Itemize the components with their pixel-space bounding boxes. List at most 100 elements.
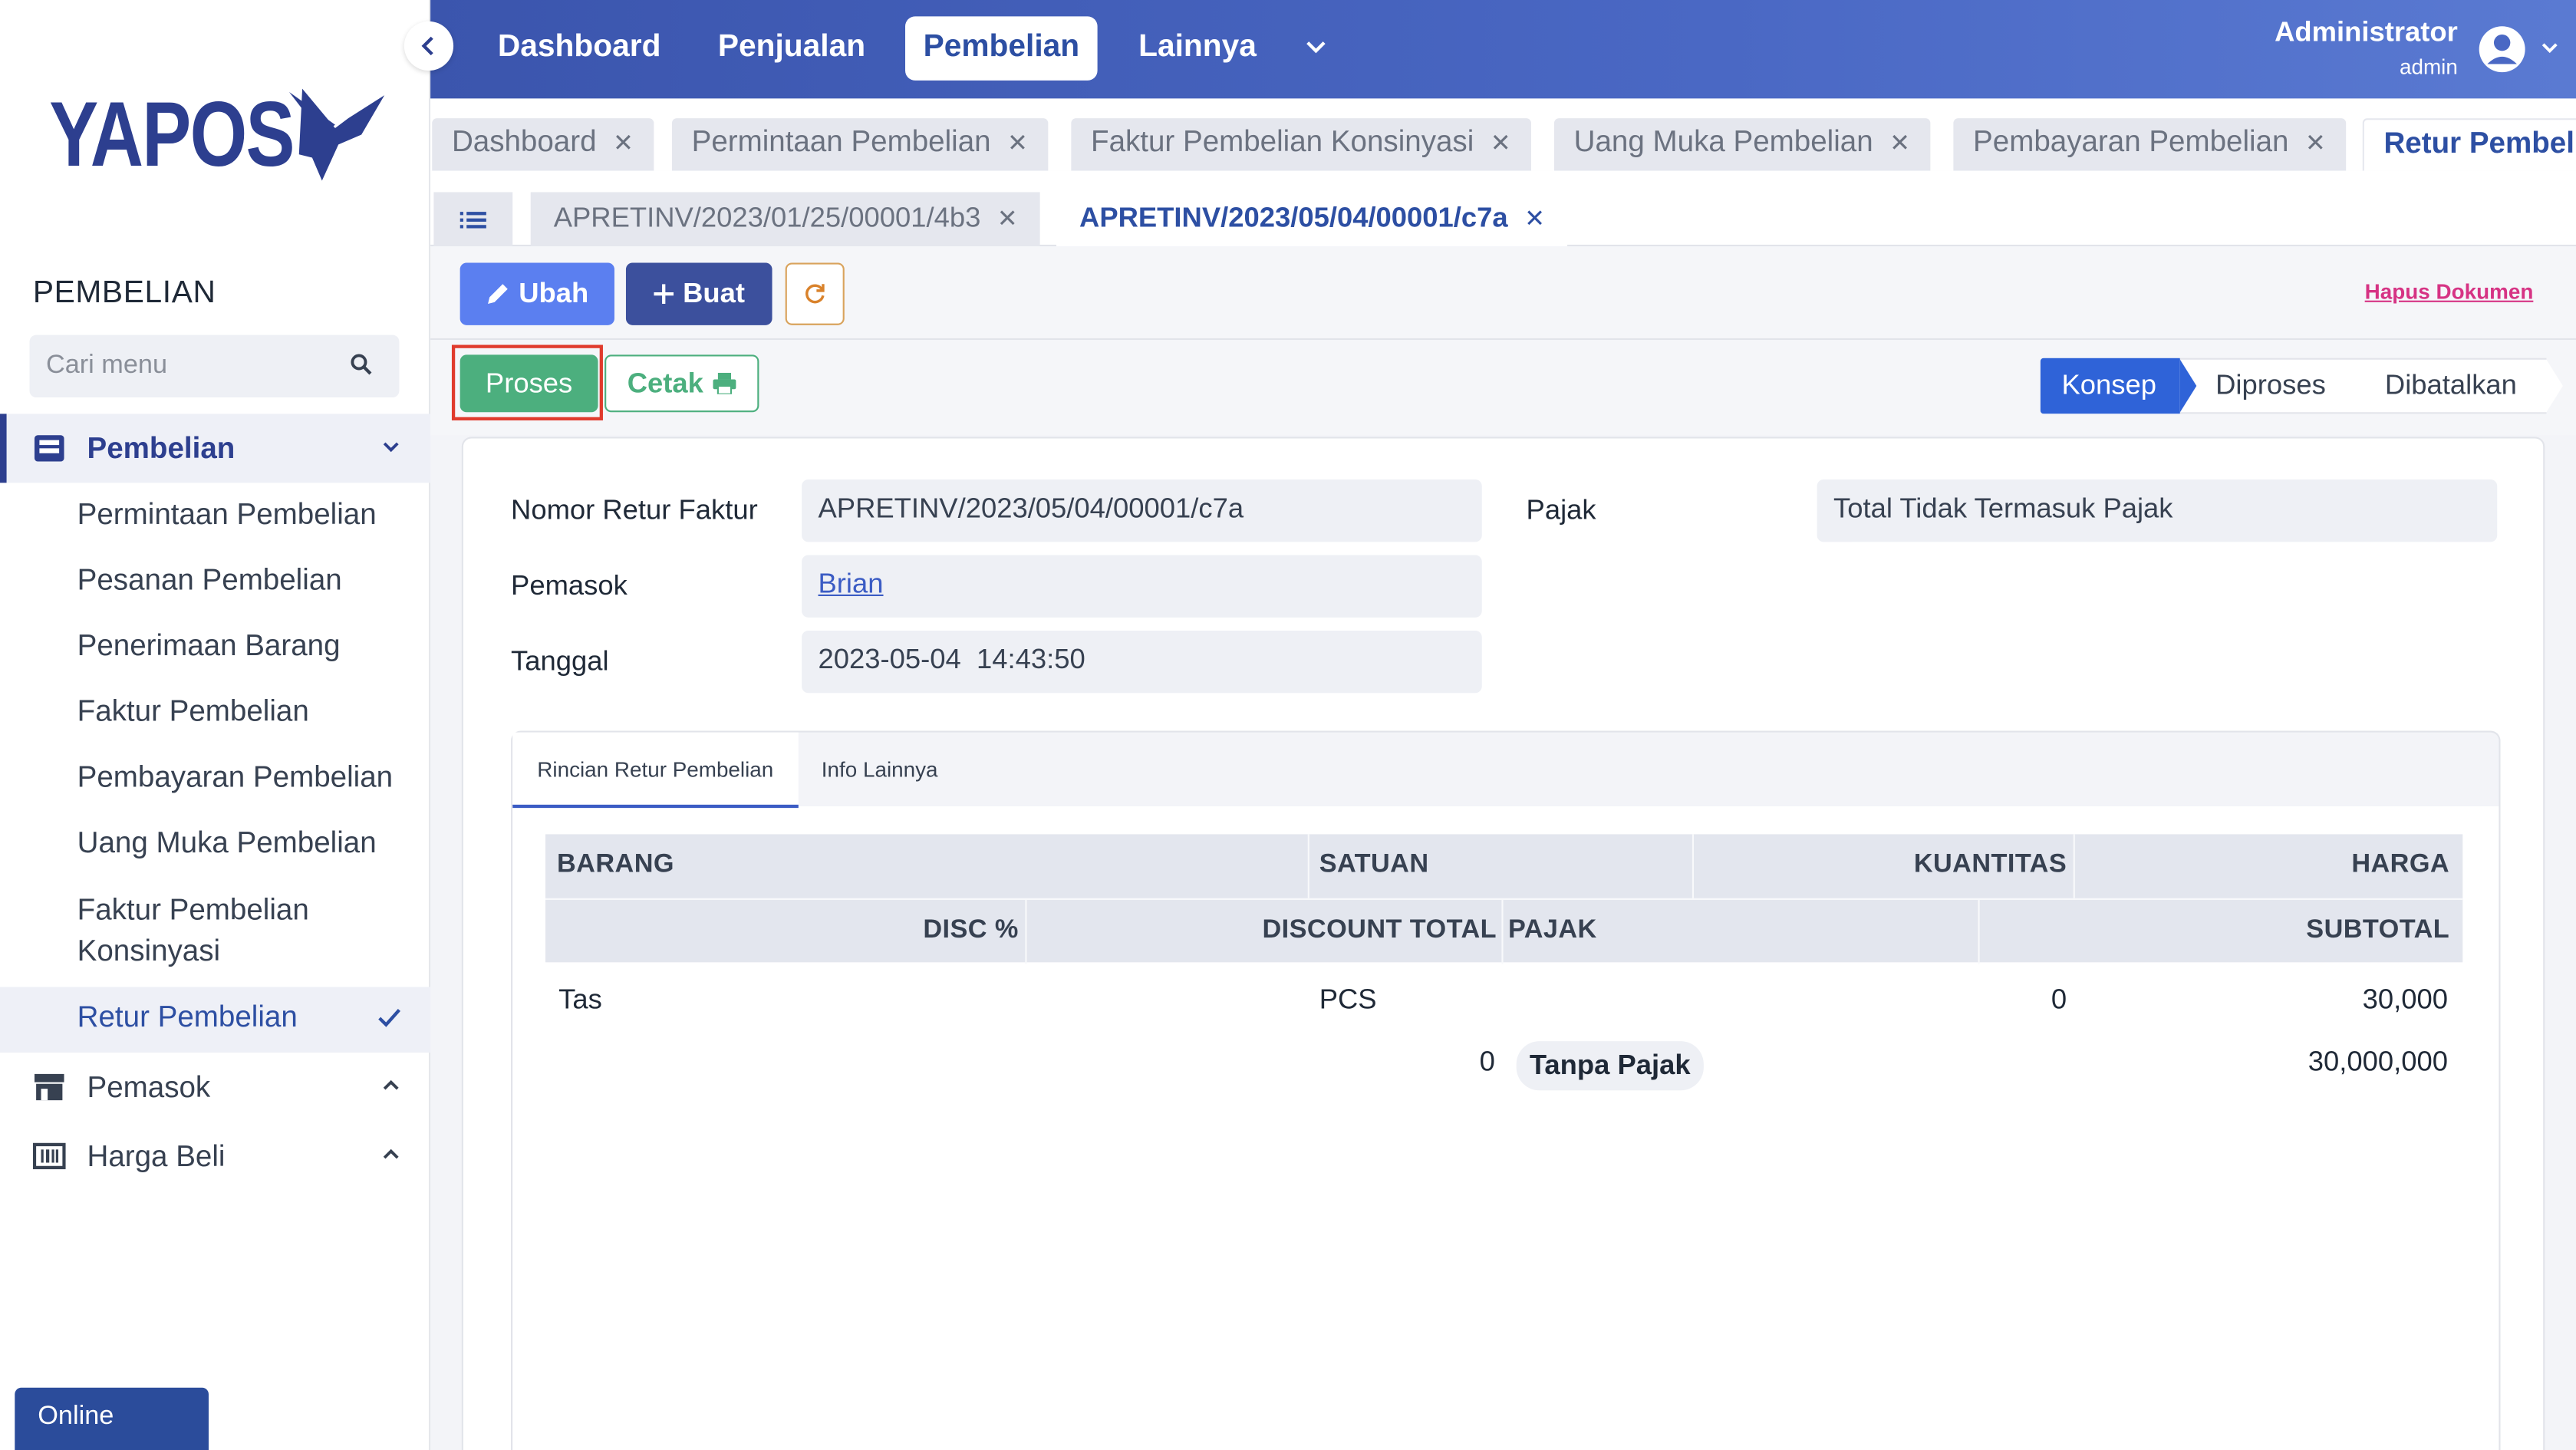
chevron-left-icon: [421, 36, 433, 56]
close-icon[interactable]: ✕: [1491, 130, 1511, 157]
sidebar: YAPOS PEMBELIAN Pembelian Permintaan Pem…: [0, 0, 431, 1450]
sidebar-item-permintaan-pembelian[interactable]: Permintaan Pembelian: [77, 494, 423, 536]
section-title: PEMBELIAN: [32, 275, 216, 311]
tab-faktur-pembelian-konsinyasi[interactable]: Faktur Pembelian Konsinyasi ✕: [1071, 118, 1531, 171]
cell-discount-total: 0: [1479, 1046, 1495, 1078]
cell-barang: Tas: [558, 984, 602, 1015]
search-icon[interactable]: [350, 353, 373, 376]
chevron-up-icon: [383, 1148, 399, 1159]
chevron-down-icon: [383, 442, 399, 453]
action-toolbar: Ubah Buat Hapus Dokumen: [430, 246, 2576, 341]
tab-dashboard[interactable]: Dashboard ✕: [432, 118, 654, 171]
create-button-label: Buat: [683, 277, 745, 309]
doc-tab-label: APRETINV/2023/01/25/00001/4b3: [553, 202, 981, 233]
create-button[interactable]: Buat: [625, 262, 772, 325]
sidebar-group-label: Harga Beli: [87, 1139, 226, 1172]
barcode-icon: [32, 1142, 66, 1170]
sidebar-item-label: Retur Pembelian: [77, 1000, 298, 1033]
sidebar-item-retur-pembelian[interactable]: Retur Pembelian: [0, 987, 431, 1053]
document-tabs: APRETINV/2023/01/25/00001/4b3 ✕ APRETINV/…: [430, 170, 2576, 247]
document-card: Nomor Retur Faktur APRETINV/2023/05/04/0…: [461, 437, 2545, 1450]
nav-dashboard[interactable]: Dashboard: [479, 16, 679, 80]
edit-button-label: Ubah: [519, 277, 589, 309]
close-icon[interactable]: ✕: [2305, 130, 2326, 157]
cell-harga: 30,000: [2362, 984, 2448, 1015]
brand-name: YAPOS: [49, 82, 295, 186]
nav-pembelian[interactable]: Pembelian: [905, 16, 1098, 81]
process-button[interactable]: Proses: [460, 354, 598, 413]
edit-button[interactable]: Ubah: [460, 262, 614, 325]
tab-label: Permintaan Pembelian: [691, 124, 991, 158]
refresh-icon: [805, 284, 825, 304]
sidebar-item-pesanan-pembelian[interactable]: Pesanan Pembelian: [77, 560, 423, 601]
chevron-up-icon: [383, 1079, 399, 1090]
tab-label: Dashboard: [451, 124, 597, 158]
menu-search[interactable]: [29, 334, 400, 398]
user-role: admin: [2399, 54, 2458, 79]
close-icon[interactable]: ✕: [997, 206, 1018, 233]
sidebar-item-uang-muka-pembelian[interactable]: Uang Muka Pembelian: [77, 822, 423, 864]
cell-kuantitas: 0: [2051, 984, 2067, 1015]
pajak-field: Total Tidak Termasuk Pajak: [1817, 479, 2498, 542]
doc-tab-label: APRETINV/2023/05/04/00001/c7a: [1079, 202, 1508, 233]
tab-retur-pembelian[interactable]: Retur Pembelian: [2362, 118, 2576, 171]
sidebar-collapse-button[interactable]: [404, 21, 454, 71]
sidebar-group-harga-beli[interactable]: Harga Beli: [0, 1122, 430, 1191]
tab-label: Faktur Pembelian Konsinyasi: [1091, 124, 1474, 158]
pemasok-field: Brian: [802, 555, 1482, 618]
delete-document-link[interactable]: Hapus Dokumen: [2365, 279, 2534, 304]
tab-rincian-retur[interactable]: Rincian Retur Pembelian: [512, 732, 799, 809]
nav-chevron-down-icon[interactable]: [1304, 39, 1327, 55]
pemasok-link[interactable]: Brian: [819, 568, 884, 600]
nav-lainnya[interactable]: Lainnya: [1121, 16, 1275, 80]
nomor-field: APRETINV/2023/05/04/00001/c7a: [802, 479, 1482, 542]
col-satuan: SATUAN: [1319, 850, 1429, 879]
pemasok-label: Pemasok: [511, 569, 628, 601]
col-kuantitas: KUANTITAS: [1913, 850, 2067, 879]
close-icon[interactable]: ✕: [613, 130, 634, 157]
nomor-label: Nomor Retur Faktur: [511, 494, 758, 526]
menu-search-input[interactable]: [45, 351, 342, 381]
module-tabs: Dashboard ✕ Permintaan Pembelian ✕ Faktur …: [430, 98, 2576, 171]
col-discount-total: DISCOUNT TOTAL: [1262, 916, 1497, 944]
tab-label: Pembayaran Pembelian: [1973, 124, 2289, 158]
close-icon[interactable]: ✕: [1889, 130, 1910, 157]
tab-label: Uang Muka Pembelian: [1573, 124, 1873, 158]
printer-icon: [713, 372, 736, 394]
sidebar-group-pembelian[interactable]: Pembelian: [0, 414, 431, 483]
close-icon[interactable]: ✕: [1524, 206, 1545, 233]
top-navbar: Dashboard Penjualan Pembelian Lainnya Ad…: [430, 0, 2576, 99]
user-name: Administrator: [2275, 16, 2458, 48]
doc-tab-active[interactable]: APRETINV/2023/05/04/00001/c7a ✕: [1056, 192, 1568, 247]
sidebar-group-label: Pemasok: [87, 1069, 211, 1103]
nav-penjualan[interactable]: Penjualan: [700, 16, 883, 80]
close-icon[interactable]: ✕: [1007, 130, 1028, 157]
tab-uang-muka-pembelian[interactable]: Uang Muka Pembelian ✕: [1553, 118, 1930, 171]
sidebar-item-faktur-pembelian[interactable]: Faktur Pembelian: [77, 691, 423, 733]
process-row: Proses Cetak Konsep Diproses Dibatalkan: [430, 340, 2576, 436]
pencil-icon: [487, 284, 508, 304]
sidebar-item-penerimaan-barang[interactable]: Penerimaan Barang: [77, 626, 423, 667]
sidebar-item-faktur-pembelian-konsinyasi[interactable]: Faktur Pembelian Konsinyasi: [77, 890, 373, 972]
print-button[interactable]: Cetak: [604, 354, 759, 413]
bird-logo-icon: [288, 88, 385, 181]
chevron-down-icon[interactable]: [2540, 39, 2560, 55]
table-header-row-1: BARANG SATUAN KUANTITAS HARGA: [545, 834, 2463, 898]
tab-info-lainnya[interactable]: Info Lainnya: [797, 733, 963, 808]
tab-pembayaran-pembelian[interactable]: Pembayaran Pembelian ✕: [1953, 118, 2346, 171]
user-menu[interactable]: Administrator admin: [2275, 16, 2458, 78]
sidebar-group-pemasok[interactable]: Pemasok: [0, 1053, 430, 1122]
cell-satuan: PCS: [1319, 984, 1377, 1015]
print-button-label: Cetak: [627, 367, 703, 399]
sidebar-item-pembayaran-pembelian[interactable]: Pembayaran Pembelian: [77, 757, 423, 799]
user-avatar-icon[interactable]: [2478, 25, 2527, 74]
col-subtotal: SUBTOTAL: [2306, 916, 2450, 944]
refresh-button[interactable]: [785, 262, 845, 325]
online-status-badge[interactable]: Online: [15, 1387, 209, 1450]
stage-diproses: Diproses: [2179, 358, 2366, 414]
document-list-button[interactable]: [433, 192, 513, 247]
tab-permintaan-pembelian[interactable]: Permintaan Pembelian ✕: [671, 118, 1048, 171]
brand-logo[interactable]: YAPOS: [49, 82, 385, 186]
status-stages: Konsep Diproses Dibatalkan: [2040, 358, 2564, 414]
doc-tab[interactable]: APRETINV/2023/01/25/00001/4b3 ✕: [530, 192, 1041, 247]
